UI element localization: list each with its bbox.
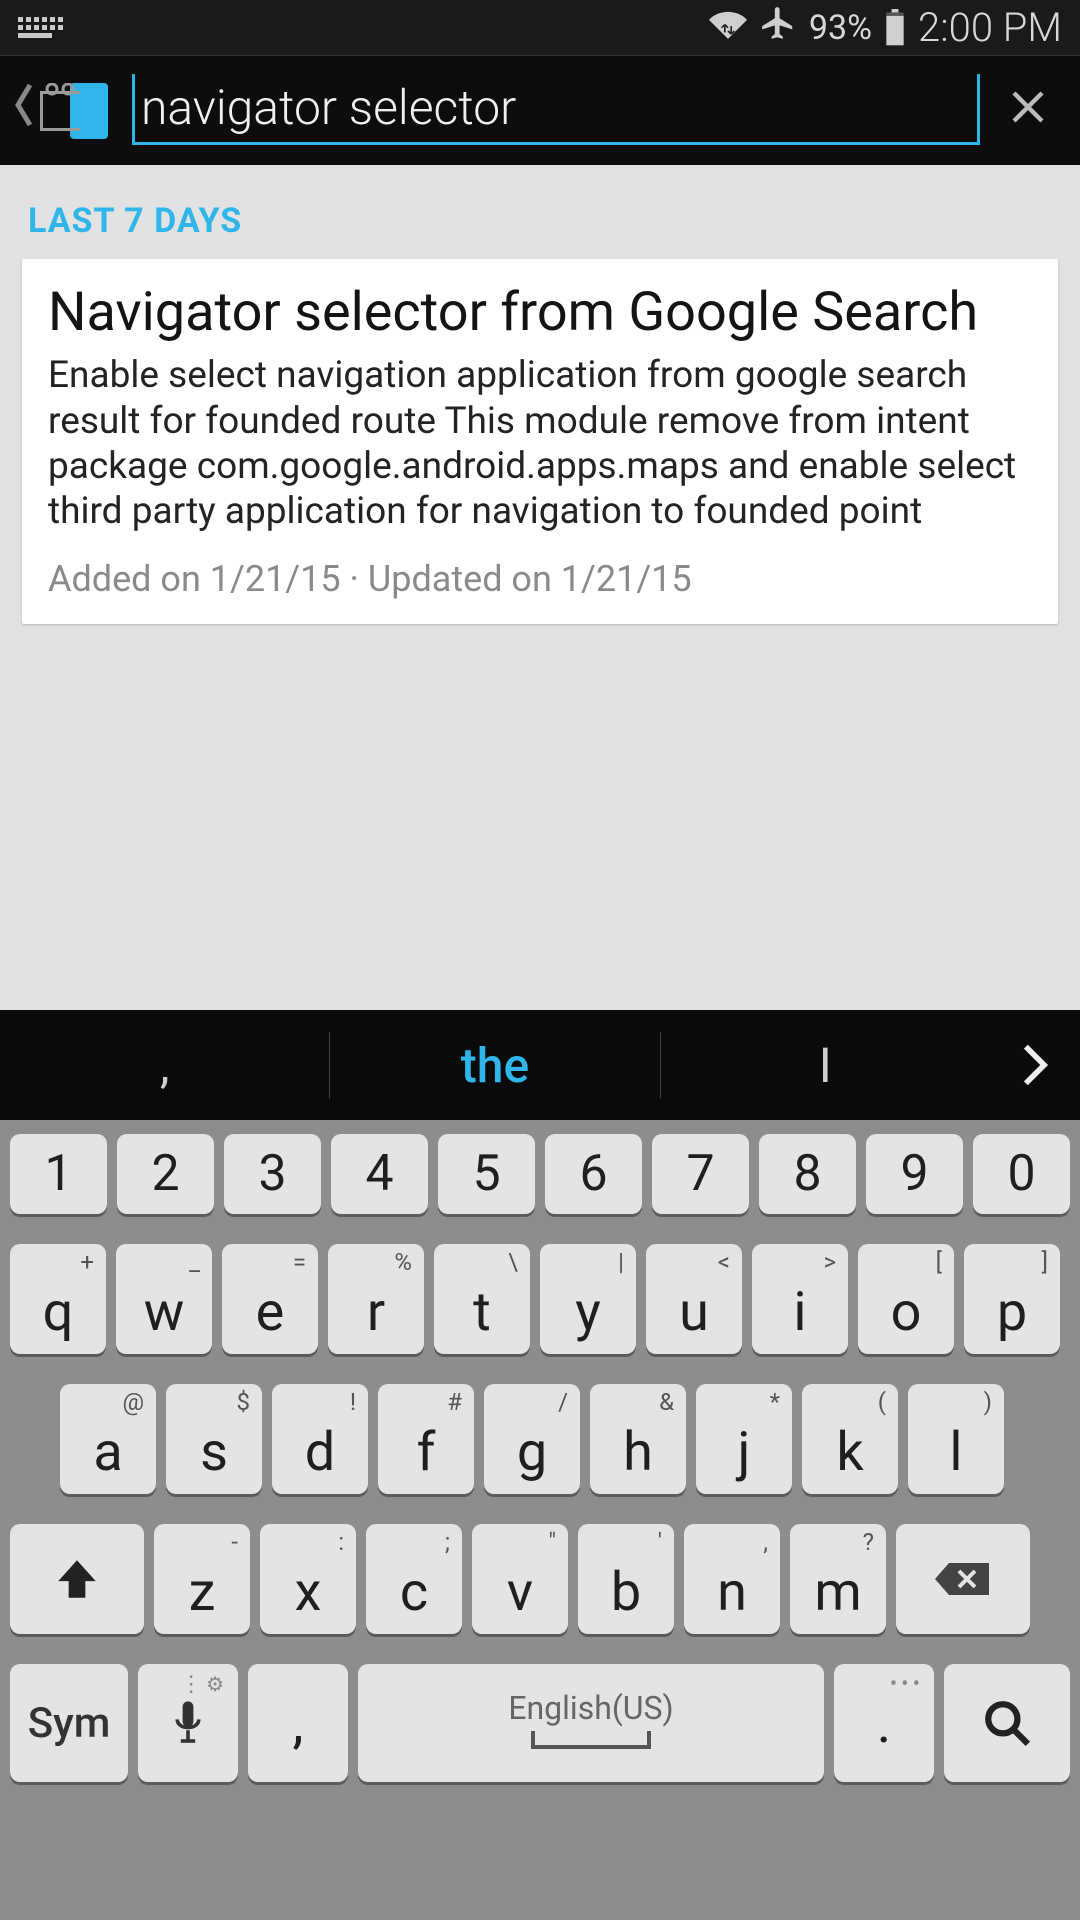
key-n[interactable]: n, [684,1524,780,1634]
section-header: LAST 7 DAYS [28,201,1058,241]
key-9[interactable]: 9 [866,1134,963,1214]
result-card[interactable]: Navigator selector from Google Search En… [22,259,1058,624]
result-title: Navigator selector from Google Search [48,283,1032,343]
status-bar: 93% 2:00 PM [0,0,1080,55]
search-field-wrap [132,77,980,145]
key-8[interactable]: 8 [759,1134,856,1214]
result-meta: Added on 1/21/15 · Updated on 1/21/15 [48,558,1032,600]
key-g[interactable]: g/ [484,1384,580,1494]
suggestion-left[interactable]: , [0,1010,329,1120]
keyboard-suggestion-bar: , the I [0,1010,1080,1120]
key-0[interactable]: 0 [973,1134,1070,1214]
key-r[interactable]: r% [328,1244,424,1354]
key-a[interactable]: a@ [60,1384,156,1494]
key-m[interactable]: m? [790,1524,886,1634]
key-w[interactable]: w_ [116,1244,212,1354]
suggestion-expand-button[interactable] [990,1043,1080,1087]
backspace-key[interactable] [896,1524,1030,1634]
key-7[interactable]: 7 [652,1134,749,1214]
result-description: Enable select navigation application fro… [48,353,1032,534]
key-i[interactable]: i> [752,1244,848,1354]
space-key-label: English(US) [508,1689,673,1727]
key-4[interactable]: 4 [331,1134,428,1214]
key-v[interactable]: v" [472,1524,568,1634]
key-s[interactable]: s$ [166,1384,262,1494]
space-bar-icon [531,1731,651,1749]
key-5[interactable]: 5 [438,1134,535,1214]
key-q[interactable]: q+ [10,1244,106,1354]
symbols-key[interactable]: Sym [10,1664,128,1782]
key-2[interactable]: 2 [117,1134,214,1214]
key-c[interactable]: c; [366,1524,462,1634]
voice-input-key[interactable]: ⋮⚙ [138,1664,238,1782]
more-hint-icon: ••• [890,1672,924,1697]
battery-icon [884,9,906,47]
key-h[interactable]: h& [590,1384,686,1494]
key-z[interactable]: z- [154,1524,250,1634]
keyboard-indicator-icon [18,17,63,38]
key-x[interactable]: x: [260,1524,356,1634]
settings-hint-icon: ⋮⚙ [180,1672,228,1697]
battery-percent: 93% [809,8,872,48]
key-p[interactable]: p] [964,1244,1060,1354]
key-o[interactable]: o[ [858,1244,954,1354]
search-input[interactable] [141,79,971,136]
key-y[interactable]: y| [540,1244,636,1354]
key-k[interactable]: k( [802,1384,898,1494]
key-d[interactable]: d! [272,1384,368,1494]
key-e[interactable]: e= [222,1244,318,1354]
results-area[interactable]: LAST 7 DAYS Navigator selector from Goog… [0,165,1080,1010]
action-bar [0,55,1080,165]
comma-key[interactable]: , [248,1664,348,1782]
key-3[interactable]: 3 [224,1134,321,1214]
key-f[interactable]: f# [378,1384,474,1494]
space-key[interactable]: English(US) [358,1664,824,1782]
shift-key[interactable] [10,1524,144,1634]
key-b[interactable]: b' [578,1524,674,1634]
app-icon[interactable] [40,83,108,139]
soft-keyboard: 1234567890 q+w_e=r%t\y|u<i>o[p] a@s$d!f#… [0,1120,1080,1920]
wifi-icon [709,7,747,48]
key-u[interactable]: u< [646,1244,742,1354]
back-button[interactable] [8,82,40,140]
key-l[interactable]: l) [908,1384,1004,1494]
clear-search-button[interactable] [990,72,1066,150]
suggestion-center[interactable]: the [330,1010,659,1120]
key-1[interactable]: 1 [10,1134,107,1214]
key-t[interactable]: t\ [434,1244,530,1354]
period-key[interactable]: ••• . [834,1664,934,1782]
suggestion-right[interactable]: I [661,1010,990,1120]
clock: 2:00 PM [918,4,1062,51]
airplane-mode-icon [759,4,797,51]
key-6[interactable]: 6 [545,1134,642,1214]
search-action-key[interactable] [944,1664,1070,1782]
key-j[interactable]: j* [696,1384,792,1494]
